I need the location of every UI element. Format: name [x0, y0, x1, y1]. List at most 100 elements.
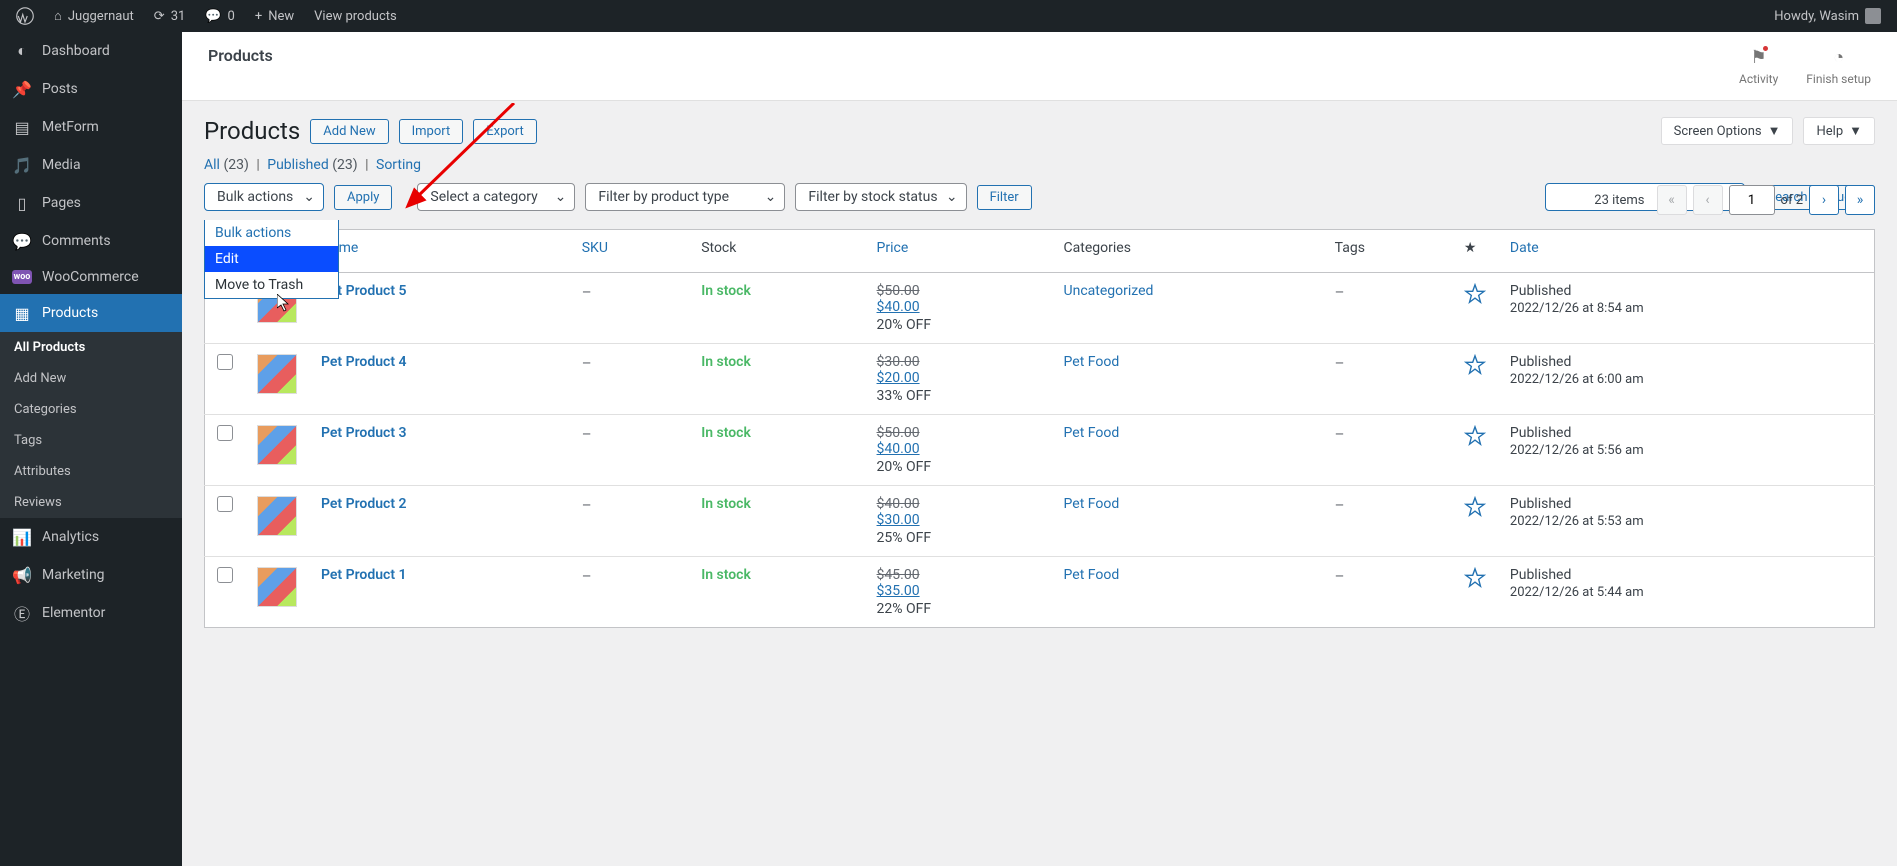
site-name-link[interactable]: ⌂ Juggernaut: [46, 8, 142, 24]
category-link[interactable]: Pet Food: [1064, 425, 1120, 441]
category-link[interactable]: Uncategorized: [1064, 283, 1154, 299]
updates-icon: ⟳: [154, 9, 165, 24]
sidebar-sub-tags[interactable]: Tags: [0, 425, 182, 456]
last-page-button[interactable]: »: [1845, 185, 1875, 215]
product-name-link[interactable]: Pet Product 4: [321, 354, 407, 370]
featured-star-icon[interactable]: [1464, 425, 1486, 447]
row-checkbox[interactable]: [217, 425, 233, 441]
featured-star-icon[interactable]: [1464, 567, 1486, 589]
tags-value: –: [1335, 354, 1345, 372]
old-price: $30.00: [877, 354, 1040, 370]
flag-icon: ⚑: [1748, 46, 1770, 68]
featured-star-icon[interactable]: [1464, 496, 1486, 518]
adminbar-right: Howdy, Wasim: [1766, 8, 1889, 24]
category-select[interactable]: Select a category ⌄: [417, 183, 575, 211]
sku-header[interactable]: SKU: [582, 240, 608, 256]
sidebar-item-pages[interactable]: ▯Pages: [0, 184, 182, 222]
header-row: Products Add New Import Export Screen Op…: [204, 117, 1875, 145]
row-checkbox[interactable]: [217, 354, 233, 370]
stock-status-select[interactable]: Filter by stock status ⌄: [795, 183, 966, 211]
filter-button[interactable]: Filter: [977, 185, 1032, 210]
export-button[interactable]: Export: [473, 119, 537, 144]
product-type-select[interactable]: Filter by product type ⌄: [585, 183, 785, 211]
import-button[interactable]: Import: [399, 119, 464, 144]
row-checkbox[interactable]: [217, 496, 233, 512]
finish-setup-button[interactable]: ◔ Finish setup: [1806, 46, 1871, 86]
new-content-link[interactable]: + New: [247, 9, 302, 24]
current-page-input[interactable]: [1729, 185, 1775, 215]
status-filter-links: All (23) | Published (23) | Sorting: [204, 157, 1875, 173]
comments-icon: 💬: [12, 231, 32, 251]
sidebar-sub-attributes[interactable]: Attributes: [0, 456, 182, 487]
sidebar-sub-all-products[interactable]: All Products: [0, 332, 182, 363]
product-thumbnail[interactable]: [257, 354, 297, 394]
product-name-link[interactable]: Pet Product 3: [321, 425, 407, 441]
comments-link[interactable]: 💬 0: [197, 9, 243, 24]
dropdown-option-bulk[interactable]: Bulk actions: [205, 220, 338, 246]
stock-status: In stock: [701, 354, 751, 370]
sidebar-item-marketing[interactable]: 📢Marketing: [0, 556, 182, 594]
sidebar-item-dashboard[interactable]: ◐Dashboard: [0, 32, 182, 70]
product-name-link[interactable]: Pet Product 1: [321, 567, 407, 583]
view-products-link[interactable]: View products: [306, 9, 405, 24]
bulk-actions-dropdown: Bulk actions Edit Move to Trash: [204, 220, 339, 299]
chevron-down-icon: ▼: [1849, 123, 1862, 139]
chevron-down-icon: ⌄: [765, 189, 777, 205]
old-price: $40.00: [877, 496, 1040, 512]
sidebar-item-metform[interactable]: ▤MetForm: [0, 108, 182, 146]
product-thumbnail[interactable]: [257, 567, 297, 607]
sidebar-products-submenu: All Products Add New Categories Tags Att…: [0, 332, 182, 518]
next-page-button[interactable]: ›: [1809, 185, 1839, 215]
product-thumbnail[interactable]: [257, 496, 297, 536]
products-table: Name SKU Stock Price Categories Tags ★ D…: [204, 229, 1875, 628]
metform-icon: ▤: [12, 117, 32, 137]
apply-button[interactable]: Apply: [334, 185, 392, 210]
sorting-link[interactable]: Sorting: [376, 157, 421, 173]
adminbar-left: ⌂ Juggernaut ⟳ 31 💬 0 + New View product…: [8, 7, 405, 25]
sidebar-sub-categories[interactable]: Categories: [0, 394, 182, 425]
dropdown-option-trash[interactable]: Move to Trash: [205, 272, 338, 298]
sidebar-item-posts[interactable]: 📌Posts: [0, 70, 182, 108]
products-icon: ▦: [12, 303, 32, 323]
publish-status: Published: [1510, 283, 1862, 299]
sidebar-item-elementor[interactable]: ⒺElementor: [0, 594, 182, 632]
sidebar-item-comments[interactable]: 💬Comments: [0, 222, 182, 260]
howdy-link[interactable]: Howdy, Wasim: [1766, 8, 1889, 24]
product-thumbnail[interactable]: [257, 425, 297, 465]
featured-star-icon[interactable]: [1464, 283, 1486, 305]
sidebar-sub-reviews[interactable]: Reviews: [0, 487, 182, 518]
category-link[interactable]: Pet Food: [1064, 354, 1120, 370]
wp-logo[interactable]: [8, 7, 42, 25]
comment-icon: 💬: [205, 9, 221, 24]
category-link[interactable]: Pet Food: [1064, 567, 1120, 583]
table-header-row: Name SKU Stock Price Categories Tags ★ D…: [205, 230, 1875, 273]
price-header[interactable]: Price: [877, 240, 909, 256]
media-icon: 🎵: [12, 155, 32, 175]
activity-button[interactable]: ⚑ Activity: [1739, 46, 1778, 86]
sidebar-item-woocommerce[interactable]: wooWooCommerce: [0, 260, 182, 294]
screen-options-button[interactable]: Screen Options▼: [1661, 117, 1794, 145]
product-name-link[interactable]: Pet Product 2: [321, 496, 407, 512]
sidebar-item-media[interactable]: 🎵Media: [0, 146, 182, 184]
help-button[interactable]: Help▼: [1803, 117, 1875, 145]
pagination: 23 items « ‹ of 2 › »: [1594, 185, 1875, 215]
add-new-button[interactable]: Add New: [310, 119, 388, 144]
status-all-link[interactable]: All: [204, 157, 220, 173]
bulk-actions-select[interactable]: Bulk actions ⌄: [204, 183, 324, 211]
prev-page-button[interactable]: ‹: [1693, 185, 1723, 215]
sidebar-item-analytics[interactable]: 📊Analytics: [0, 518, 182, 556]
dashboard-icon: ◐: [12, 41, 32, 61]
topbar-right: ⚑ Activity ◔ Finish setup: [1739, 46, 1871, 86]
status-published-link[interactable]: Published: [267, 157, 328, 173]
category-link[interactable]: Pet Food: [1064, 496, 1120, 512]
featured-star-icon[interactable]: [1464, 354, 1486, 376]
date-header[interactable]: Date: [1510, 240, 1539, 256]
sidebar-item-products[interactable]: ▦Products: [0, 294, 182, 332]
dropdown-option-edit[interactable]: Edit: [205, 246, 338, 272]
updates-link[interactable]: ⟳ 31: [146, 9, 194, 24]
row-checkbox[interactable]: [217, 567, 233, 583]
sidebar-sub-add-new[interactable]: Add New: [0, 363, 182, 394]
activity-label: Activity: [1739, 72, 1778, 86]
first-page-button[interactable]: «: [1657, 185, 1687, 215]
featured-star-header: ★: [1464, 240, 1477, 256]
